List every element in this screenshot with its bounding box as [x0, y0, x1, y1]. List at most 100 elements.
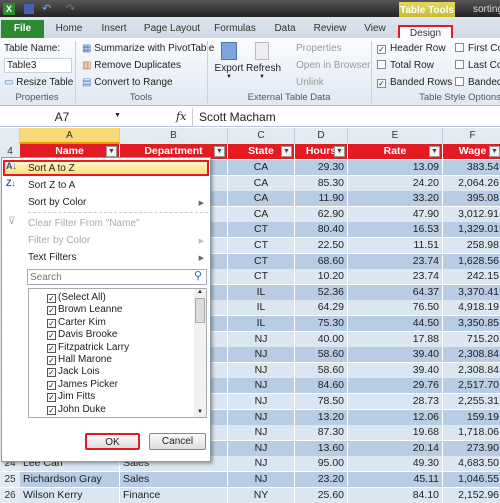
filter-by-color-item[interactable]: Filter by Color: [28, 235, 90, 246]
banded-rows-checkbox[interactable]: ✓ Banded Rows: [377, 77, 452, 88]
cell[interactable]: NY: [228, 487, 295, 503]
formula-input[interactable]: Scott Macham: [192, 108, 500, 126]
tab-home[interactable]: Home: [50, 20, 88, 38]
cell[interactable]: NJ: [228, 425, 295, 441]
cell[interactable]: 58.60: [295, 347, 348, 363]
cell[interactable]: 4,918.19: [443, 300, 500, 316]
redo-icon[interactable]: ↷: [66, 2, 75, 15]
cell[interactable]: 159.19: [443, 409, 500, 425]
filter-value-checkbox[interactable]: ✓ Hall Marone: [47, 354, 112, 366]
cell[interactable]: 87.30: [295, 425, 348, 441]
column-header-c[interactable]: C: [228, 128, 295, 144]
cell[interactable]: NJ: [228, 409, 295, 425]
filter-value-checkbox[interactable]: ✓ Brown Leanne: [47, 304, 123, 316]
list-scrollbar[interactable]: ▲ ▼: [194, 289, 206, 417]
cell[interactable]: 715.20: [443, 331, 500, 347]
cell[interactable]: 23.20: [295, 472, 348, 487]
cell[interactable]: 22.50: [295, 238, 348, 253]
filter-dropdown-icon[interactable]: ▼: [429, 146, 440, 157]
cell[interactable]: Finance: [120, 487, 228, 503]
cell[interactable]: Sales: [120, 472, 228, 487]
cell[interactable]: CA: [228, 206, 295, 222]
cell[interactable]: 2,517.70: [443, 378, 500, 394]
filter-value-checkbox[interactable]: ✓ James Picker: [47, 379, 118, 391]
column-header-a[interactable]: A: [20, 128, 120, 144]
export-button[interactable]: Export ▼: [214, 42, 244, 80]
select-all-corner[interactable]: [0, 128, 20, 144]
sort-z-to-a-item[interactable]: Sort Z to A: [28, 180, 75, 191]
cell[interactable]: 12.06: [348, 409, 443, 425]
refresh-button[interactable]: Refresh ▼: [246, 42, 281, 80]
cell[interactable]: NJ: [228, 347, 295, 363]
cell[interactable]: NJ: [228, 331, 295, 347]
row-number[interactable]: 26: [0, 487, 20, 503]
column-header-cell[interactable]: Wage ▼: [443, 144, 500, 159]
filter-value-checkbox[interactable]: ✓ Jim Fitts: [47, 391, 95, 403]
cell[interactable]: 39.40: [348, 362, 443, 378]
cell[interactable]: 2,308.84: [443, 362, 500, 378]
cell[interactable]: 39.40: [348, 347, 443, 363]
cell[interactable]: Richardson Gray: [20, 472, 120, 487]
scrollbar-thumb[interactable]: [195, 298, 205, 323]
cell[interactable]: 80.40: [295, 222, 348, 238]
ok-button[interactable]: OK: [85, 433, 140, 450]
filter-value-checkbox[interactable]: ✓ (Select All): [47, 292, 106, 304]
column-header-cell[interactable]: State ▼: [228, 144, 295, 159]
cell[interactable]: 33.20: [348, 191, 443, 207]
cell[interactable]: 95.00: [295, 456, 348, 472]
name-box[interactable]: A7: [2, 109, 122, 125]
cell[interactable]: 64.29: [295, 300, 348, 316]
header-row-checkbox[interactable]: ✓ Header Row: [377, 43, 446, 54]
name-box-dropdown-icon[interactable]: ▼: [114, 112, 121, 119]
cell[interactable]: 45.11: [348, 472, 443, 487]
filter-search-input[interactable]: [27, 269, 207, 285]
cell[interactable]: 29.76: [348, 378, 443, 394]
tab-insert[interactable]: Insert: [95, 20, 133, 38]
cell[interactable]: 75.30: [295, 316, 348, 331]
column-header-f[interactable]: F: [443, 128, 500, 144]
cell[interactable]: IL: [228, 316, 295, 331]
cell[interactable]: 58.60: [295, 362, 348, 378]
cell[interactable]: 13.20: [295, 409, 348, 425]
cell[interactable]: 24.20: [348, 175, 443, 191]
cell[interactable]: 258.98: [443, 238, 500, 253]
tab-page-layout[interactable]: Page Layout: [142, 20, 202, 38]
cell[interactable]: NJ: [228, 472, 295, 487]
cell[interactable]: 64.37: [348, 284, 443, 300]
cell[interactable]: CA: [228, 191, 295, 207]
cell[interactable]: 3,350.85: [443, 316, 500, 331]
properties-button[interactable]: Properties: [296, 43, 342, 54]
filter-dropdown-icon[interactable]: ▼: [334, 146, 345, 157]
column-header-b[interactable]: B: [120, 128, 228, 144]
cell[interactable]: 78.50: [295, 394, 348, 409]
cell[interactable]: CA: [228, 175, 295, 191]
clear-filter-item[interactable]: Clear Filter From "Name": [28, 218, 140, 229]
cell[interactable]: 19.68: [348, 425, 443, 441]
cell[interactable]: 2,255.31: [443, 394, 500, 409]
cell[interactable]: NJ: [228, 394, 295, 409]
total-row-checkbox[interactable]: Total Row: [377, 60, 434, 71]
cell[interactable]: 242.15: [443, 269, 500, 285]
cell[interactable]: 17.88: [348, 331, 443, 347]
cell[interactable]: 62.90: [295, 206, 348, 222]
cell[interactable]: 1,718.06: [443, 425, 500, 441]
cell[interactable]: 25.60: [295, 487, 348, 503]
cell[interactable]: 3,370.41: [443, 284, 500, 300]
tab-review[interactable]: Review: [310, 20, 350, 38]
cell[interactable]: Wilson Kerry: [20, 487, 120, 503]
cell[interactable]: 13.60: [295, 440, 348, 456]
filter-dropdown-icon[interactable]: ▼: [106, 146, 117, 157]
cell[interactable]: 84.60: [295, 378, 348, 394]
cell[interactable]: 1,046.55: [443, 472, 500, 487]
column-header-e[interactable]: E: [348, 128, 443, 144]
column-header-d[interactable]: D: [295, 128, 348, 144]
cell[interactable]: 28.73: [348, 394, 443, 409]
cell[interactable]: 10.20: [295, 269, 348, 285]
cell[interactable]: 11.90: [295, 191, 348, 207]
tab-view[interactable]: View: [360, 20, 390, 38]
open-in-browser-button[interactable]: Open in Browser: [296, 60, 370, 71]
last-column-checkbox[interactable]: Last Col: [455, 60, 500, 71]
convert-range-button[interactable]: ▤ Convert to Range: [82, 77, 173, 88]
cell[interactable]: NJ: [228, 440, 295, 456]
column-header-cell[interactable]: Hours ▼: [295, 144, 348, 159]
